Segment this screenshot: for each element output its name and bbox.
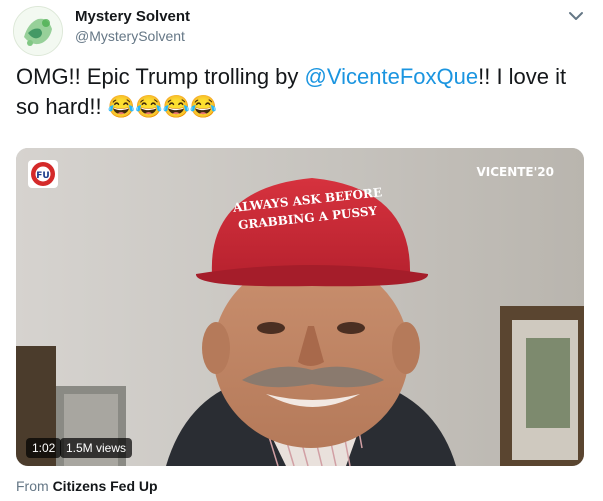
video-views: 1.5M views <box>60 438 133 458</box>
video-watermark: VICENTE'20 <box>476 165 554 179</box>
source-prefix: From <box>16 478 49 494</box>
tweet-text-before: OMG!! Epic Trump trolling by <box>16 64 305 89</box>
mention-link[interactable]: @VicenteFoxQue <box>305 64 479 89</box>
emoji-group: 😂😂😂😂 <box>107 94 218 119</box>
source-line: From Citizens Fed Up <box>16 478 158 494</box>
avatar[interactable] <box>13 6 63 56</box>
fu-channel-logo: FU <box>28 160 58 188</box>
video-duration: 1:02 <box>26 438 62 458</box>
video-frame: ALWAYS ASK BEFORE GRABBING A PUSSY FU VI… <box>16 148 584 466</box>
author-handle[interactable]: @MysterySolvent <box>75 28 185 44</box>
channel-logo-text: FU <box>36 171 49 181</box>
chevron-down-icon[interactable] <box>566 8 586 24</box>
video-player[interactable]: ALWAYS ASK BEFORE GRABBING A PUSSY FU VI… <box>16 148 584 466</box>
tweet-text: OMG!! Epic Trump trolling by @VicenteFox… <box>16 62 586 122</box>
source-link[interactable]: Citizens Fed Up <box>53 478 158 494</box>
author-name[interactable]: Mystery Solvent <box>75 8 190 25</box>
